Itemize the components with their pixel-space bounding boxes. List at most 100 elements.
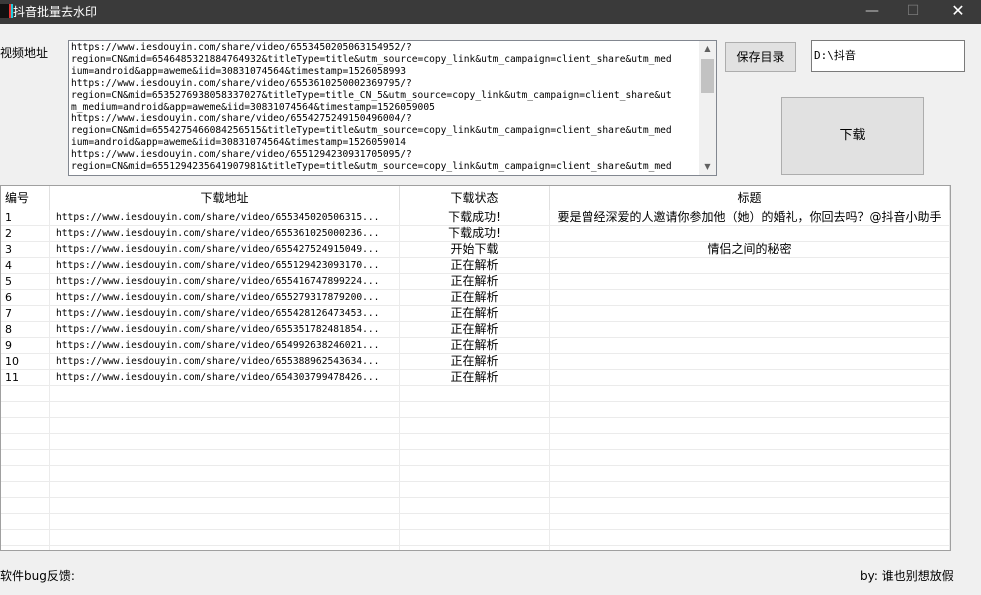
table-row[interactable] [1, 450, 950, 466]
table-row[interactable]: 11 https://www.iesdouyin.com/share/video/… [1, 370, 950, 386]
cell-title [550, 482, 950, 498]
table-row[interactable]: 10 https://www.iesdouyin.com/share/video/… [1, 354, 950, 370]
table-header: 编号 下载地址 下载状态 标题 [1, 186, 950, 210]
cell-id [1, 450, 50, 466]
table-row[interactable]: 2 https://www.iesdouyin.com/share/video/6… [1, 226, 950, 242]
cell-url: https://www.iesdouyin.com/share/video/65… [50, 306, 400, 322]
cell-title [550, 402, 950, 418]
table-row[interactable] [1, 466, 950, 482]
cell-status [400, 450, 550, 466]
video-url-textarea[interactable]: https://www.iesdouyin.com/share/video/65… [68, 40, 717, 176]
column-header-title[interactable]: 标题 [550, 186, 950, 210]
cell-title [550, 226, 950, 242]
cell-url [50, 402, 400, 418]
cell-url [50, 514, 400, 530]
table-row[interactable] [1, 546, 950, 550]
cell-id: 5 [1, 274, 50, 290]
video-url-text[interactable]: https://www.iesdouyin.com/share/video/65… [71, 42, 698, 174]
cell-status [400, 482, 550, 498]
table-row[interactable]: 4 https://www.iesdouyin.com/share/video/6… [1, 258, 950, 274]
scrollbar-thumb[interactable] [701, 59, 714, 93]
cell-title [550, 434, 950, 450]
table-row[interactable] [1, 498, 950, 514]
bug-feedback-label: 软件bug反馈: [0, 569, 75, 583]
cell-id: 4 [1, 258, 50, 274]
table-row[interactable]: 5 https://www.iesdouyin.com/share/video/6… [1, 274, 950, 290]
cell-status: 正在解析 [400, 322, 550, 338]
table-row[interactable] [1, 482, 950, 498]
cell-url [50, 434, 400, 450]
cell-url: https://www.iesdouyin.com/share/video/65… [50, 274, 400, 290]
cell-id: 9 [1, 338, 50, 354]
cell-title [550, 450, 950, 466]
author-label: by: 谁也别想放假 [860, 569, 954, 583]
cell-title [550, 498, 950, 514]
table-row[interactable] [1, 402, 950, 418]
cell-id: 2 [1, 226, 50, 242]
cell-title: 要是曾经深爱的人邀请你参加他（她）的婚礼，你回去吗？@抖音小助手 [550, 210, 950, 226]
cell-status [400, 466, 550, 482]
scroll-down-icon[interactable]: ▼ [699, 159, 716, 175]
download-table[interactable]: 编号 下载地址 下载状态 标题 1 https://www.iesdouyin.c… [0, 185, 951, 551]
cell-status [400, 402, 550, 418]
cell-url [50, 546, 400, 550]
cell-title [550, 530, 950, 546]
cell-url: https://www.iesdouyin.com/share/video/65… [50, 290, 400, 306]
column-header-id[interactable]: 编号 [1, 186, 50, 210]
table-row[interactable]: 8 https://www.iesdouyin.com/share/video/6… [1, 322, 950, 338]
table-row[interactable]: 9 https://www.iesdouyin.com/share/video/6… [1, 338, 950, 354]
cell-title [550, 546, 950, 550]
cell-title [550, 338, 950, 354]
cell-title [550, 386, 950, 402]
table-row[interactable] [1, 434, 950, 450]
table-row[interactable] [1, 386, 950, 402]
window-title: 抖音批量去水印 [13, 5, 98, 19]
cell-status [400, 386, 550, 402]
cell-url: https://www.iesdouyin.com/share/video/65… [50, 226, 400, 242]
cell-id: 8 [1, 322, 50, 338]
table-row[interactable]: 7 https://www.iesdouyin.com/share/video/6… [1, 306, 950, 322]
column-header-status[interactable]: 下载状态 [400, 186, 550, 210]
title-bar[interactable]: 抖音批量去水印 — ☐ ✕ [0, 0, 981, 24]
cell-id: 10 [1, 354, 50, 370]
cell-id: 1 [1, 210, 50, 226]
minimize-button[interactable]: — [849, 0, 895, 24]
cell-id [1, 418, 50, 434]
app-icon [0, 4, 11, 18]
cell-title [550, 370, 950, 386]
cell-status: 正在解析 [400, 306, 550, 322]
cell-status: 正在解析 [400, 354, 550, 370]
table-row[interactable] [1, 514, 950, 530]
scroll-up-icon[interactable]: ▲ [699, 41, 716, 57]
table-row[interactable] [1, 418, 950, 434]
cell-title [550, 306, 950, 322]
cell-id [1, 466, 50, 482]
cell-id [1, 434, 50, 450]
cell-status: 正在解析 [400, 290, 550, 306]
table-row[interactable] [1, 530, 950, 546]
column-header-url[interactable]: 下载地址 [50, 186, 400, 210]
cell-id [1, 386, 50, 402]
url-scrollbar[interactable]: ▲ ▼ [699, 41, 716, 175]
cell-status: 正在解析 [400, 274, 550, 290]
table-row[interactable]: 1 https://www.iesdouyin.com/share/video/6… [1, 210, 950, 226]
cell-id [1, 402, 50, 418]
cell-title: 情侣之间的秘密 [550, 242, 950, 258]
table-row[interactable]: 6 https://www.iesdouyin.com/share/video/6… [1, 290, 950, 306]
cell-status [400, 418, 550, 434]
close-button[interactable]: ✕ [935, 0, 981, 24]
save-directory-input[interactable]: D:\抖音 [811, 40, 965, 72]
cell-status: 正在解析 [400, 258, 550, 274]
cell-status [400, 530, 550, 546]
cell-url [50, 450, 400, 466]
cell-url [50, 466, 400, 482]
save-directory-button[interactable]: 保存目录 [725, 42, 796, 72]
maximize-button[interactable]: ☐ [890, 0, 936, 24]
cell-id [1, 530, 50, 546]
cell-url [50, 386, 400, 402]
cell-url: https://www.iesdouyin.com/share/video/65… [50, 210, 400, 226]
download-button[interactable]: 下载 [781, 97, 924, 175]
table-row[interactable]: 3 https://www.iesdouyin.com/share/video/6… [1, 242, 950, 258]
cell-title [550, 466, 950, 482]
table-body: 1 https://www.iesdouyin.com/share/video/6… [1, 210, 950, 550]
